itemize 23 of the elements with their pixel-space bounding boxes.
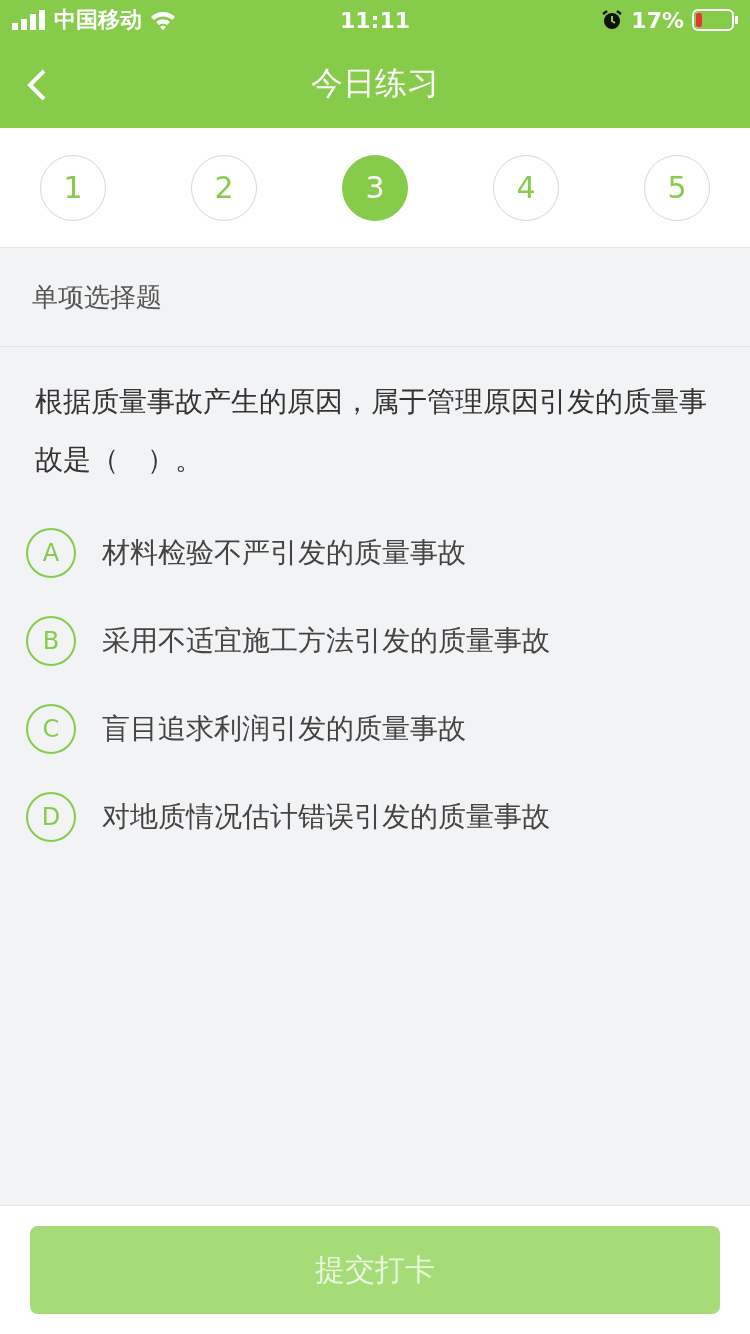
option-text[interactable]: 对地质情况估计错误引发的质量事故 — [102, 798, 550, 836]
option-text[interactable]: 采用不适宜施工方法引发的质量事故 — [102, 622, 550, 660]
clock-time: 11:11 — [340, 7, 410, 33]
question-number[interactable]: 2 — [191, 154, 257, 221]
question-number[interactable]: 5 — [644, 154, 710, 221]
question-text: 根据质量事故产生的原因，属于管理原因引发的质量事故是（ ）。 — [34, 384, 708, 478]
question-number[interactable]: 4 — [493, 154, 559, 221]
alarm-icon — [601, 9, 624, 31]
question-number[interactable]: 1 — [40, 154, 106, 221]
question-type: 单项选择题 — [32, 280, 162, 314]
option-text[interactable]: 材料检验不严引发的质量事故 — [102, 534, 466, 572]
option-letter[interactable]: A — [26, 528, 76, 578]
carrier-name: 中国移动 — [54, 6, 142, 34]
option-letter[interactable]: B — [26, 616, 76, 666]
question-number[interactable]: 3 — [342, 154, 408, 221]
option-text[interactable]: 盲目追求利润引发的质量事故 — [102, 710, 466, 748]
signal-icon — [12, 10, 46, 30]
page-title: 今日练习 — [311, 63, 439, 104]
option-letter[interactable]: D — [26, 792, 76, 842]
battery-percent: 17% — [631, 7, 684, 33]
wifi-icon — [150, 10, 176, 30]
option-letter[interactable]: C — [26, 704, 76, 754]
battery-icon — [692, 9, 738, 31]
